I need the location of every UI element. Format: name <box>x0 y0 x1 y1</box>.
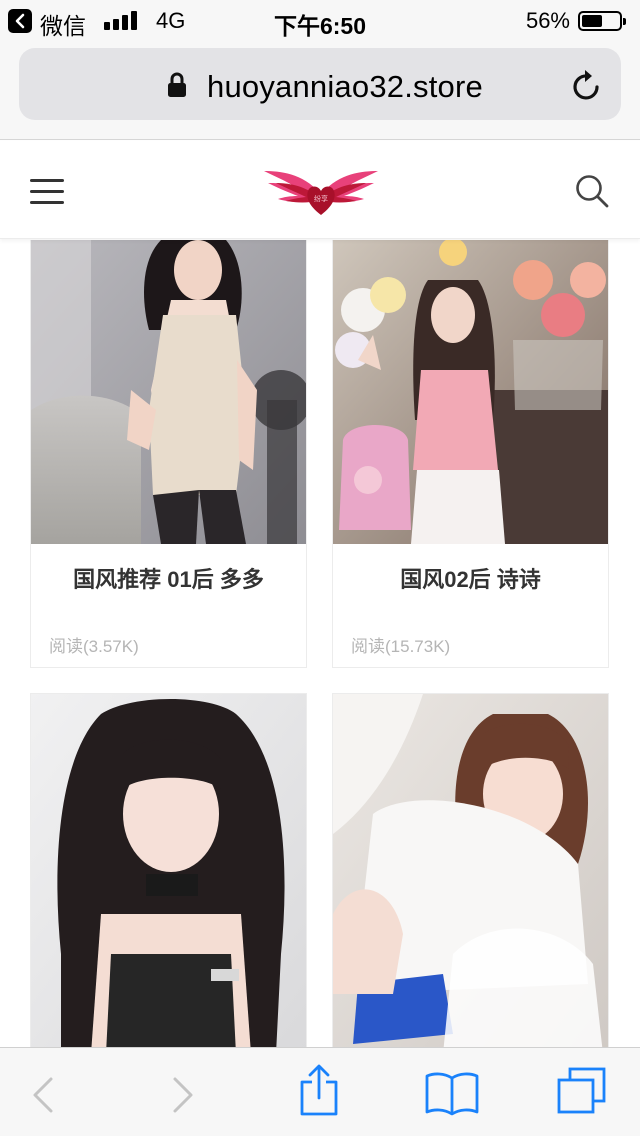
post-grid: 国风推荐 01后 多多 阅读(3.57K) 国风02后 诗诗 阅读(15.73K… <box>0 240 640 1047</box>
site-header: 纷享 <box>0 141 640 239</box>
safari-page: 微信 4G 下午6:50 56% huoyanniao32.store 纷享 国… <box>0 0 640 1136</box>
post-photo[interactable] <box>333 240 608 544</box>
hamburger-menu-icon[interactable] <box>30 177 66 205</box>
battery-percent: 56% <box>525 8 570 33</box>
post-read-count: 阅读(15.73K) <box>351 637 451 656</box>
search-icon[interactable] <box>574 173 610 209</box>
browser-toolbar <box>0 1047 640 1136</box>
post-title[interactable]: 国风02后 诗诗 <box>333 562 608 594</box>
bookmarks-icon[interactable] <box>424 1070 480 1116</box>
battery-icon <box>578 11 626 31</box>
tabs-icon[interactable] <box>556 1066 608 1116</box>
lock-icon <box>168 72 186 97</box>
logo-text: 纷享 <box>314 194 328 203</box>
post-card[interactable] <box>30 693 307 1047</box>
share-icon[interactable] <box>298 1064 340 1118</box>
back-arrow-icon[interactable] <box>30 1076 56 1114</box>
site-logo[interactable]: 纷享 <box>262 163 380 219</box>
post-title[interactable]: 国风推荐 01后 多多 <box>31 562 306 594</box>
post-photo[interactable] <box>31 240 306 544</box>
battery-fill <box>582 15 602 27</box>
post-card[interactable] <box>332 693 609 1047</box>
status-bar: 微信 4G 下午6:50 56% <box>0 0 640 40</box>
post-read-count: 阅读(3.57K) <box>49 637 139 656</box>
post-card[interactable]: 国风推荐 01后 多多 阅读(3.57K) <box>30 240 307 668</box>
reload-icon[interactable] <box>571 68 603 102</box>
post-card[interactable]: 国风02后 诗诗 阅读(15.73K) <box>332 240 609 668</box>
address-bar[interactable]: huoyanniao32.store <box>19 48 621 120</box>
post-photo[interactable] <box>333 694 608 1047</box>
post-photo[interactable] <box>31 694 306 1047</box>
url-text[interactable]: huoyanniao32.store <box>207 69 483 105</box>
forward-arrow-icon[interactable] <box>170 1076 196 1114</box>
address-bar-area: huoyanniao32.store <box>0 40 640 140</box>
